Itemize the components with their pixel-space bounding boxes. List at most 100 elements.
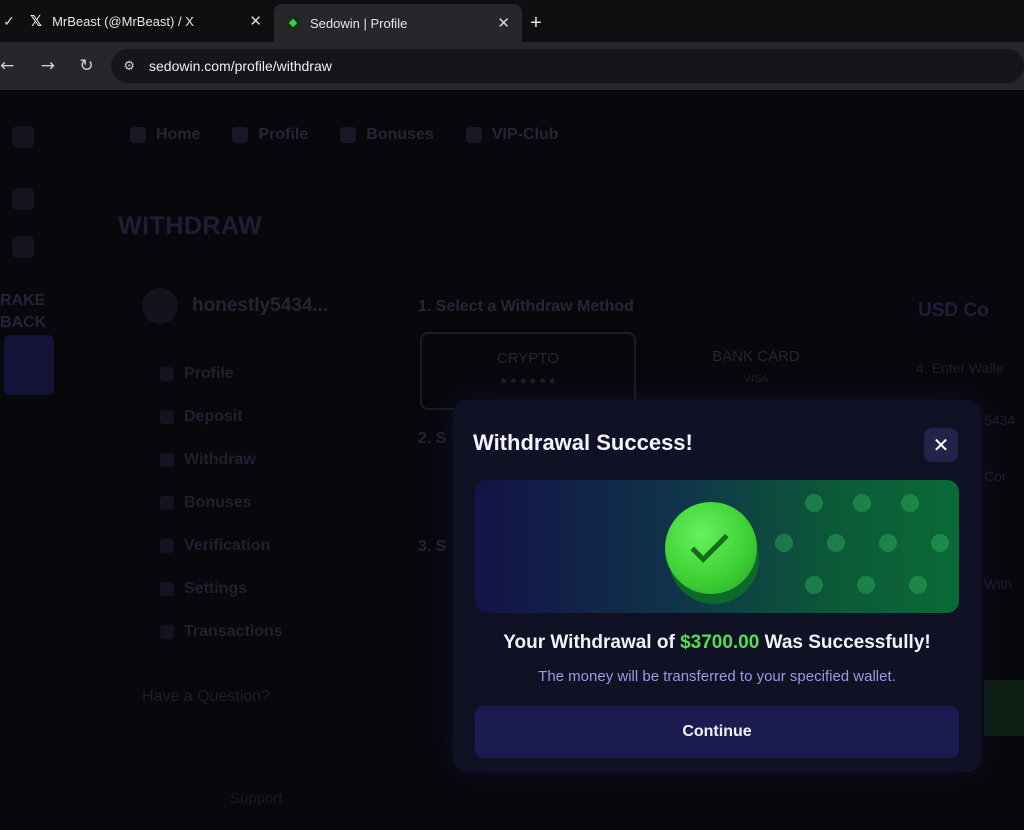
success-banner	[475, 480, 959, 613]
sedowin-favicon-icon	[286, 16, 300, 30]
crown-icon	[465, 127, 482, 143]
username: honestly5434...	[192, 295, 329, 316]
gift-icon	[340, 127, 357, 143]
tab-title: Sedowin | Profile	[310, 15, 408, 31]
user-profile: honestly5434...	[142, 288, 328, 324]
menu-label: Profile	[184, 364, 234, 382]
page-title: WITHDRAW	[118, 212, 263, 240]
modal-title: Withdrawal Success!	[473, 430, 693, 455]
address-bar: ← → ↻ ⚙ sedowin.com/profile/withdraw	[0, 42, 1024, 90]
method-label: CRYPTO	[497, 350, 559, 367]
avatar	[142, 288, 178, 324]
menu-item-deposit[interactable]: Deposit	[160, 395, 283, 438]
rakeback-card[interactable]	[4, 335, 54, 395]
x-logo-icon: 𝕏	[30, 12, 43, 30]
menu-label: Bonuses	[184, 493, 252, 511]
url-text[interactable]: sedowin.com/profile/withdraw	[149, 58, 332, 74]
new-tab-button[interactable]: +	[522, 4, 550, 42]
step-4-heading: 4. Enter Walle	[916, 360, 1004, 376]
user-icon	[160, 366, 174, 381]
reload-icon[interactable]: ↻	[68, 56, 106, 76]
close-tab-icon[interactable]: ✕	[497, 14, 510, 32]
logo-icon[interactable]	[12, 126, 34, 148]
support-link[interactable]: Support	[230, 790, 283, 807]
withdraw-button-fragment[interactable]	[984, 680, 1024, 736]
rail-sports-icon[interactable]	[12, 236, 34, 258]
menu-label: Verification	[184, 536, 271, 554]
tab-title: MrBeast (@MrBeast) / X	[52, 13, 194, 29]
deposit-icon	[160, 409, 174, 424]
step-2-heading: 2. S	[418, 430, 447, 447]
logo-pattern-icon	[857, 576, 875, 594]
url-field[interactable]: ⚙ sedowin.com/profile/withdraw	[111, 49, 1024, 83]
gear-icon	[160, 581, 174, 596]
home-icon	[130, 127, 146, 143]
nav-home[interactable]: Home	[130, 126, 200, 144]
nav-vip-club[interactable]: VIP-Club	[465, 126, 559, 144]
logo-pattern-icon	[805, 576, 823, 594]
nav-label: VIP-Club	[491, 126, 559, 143]
logo-pattern-icon	[879, 534, 897, 552]
step-3-heading: 3. S	[418, 538, 447, 555]
logo-pattern-icon	[901, 494, 919, 512]
browser-tab-bar: ✓ 𝕏 MrBeast (@MrBeast) / X ✕ Sedowin | P…	[0, 0, 1024, 42]
wallet-fragment: 5434	[984, 412, 1016, 428]
close-tab-icon[interactable]: ✕	[249, 12, 262, 30]
method-bank-card[interactable]: BANK CARD VISA	[646, 332, 866, 410]
list-icon	[160, 624, 174, 639]
menu-label: Settings	[184, 579, 248, 597]
forward-arrow-icon[interactable]: →	[28, 56, 68, 76]
text-fragment: Cor	[984, 468, 1007, 484]
menu-item-settings[interactable]: Settings	[160, 567, 283, 610]
back-arrow-icon[interactable]: ←	[0, 56, 14, 76]
logo-pattern-icon	[931, 534, 949, 552]
withdraw-fragment: With	[984, 576, 1012, 592]
have-question-text: Have a Question?	[142, 688, 271, 705]
message-prefix: Your Withdrawal of	[503, 632, 675, 653]
wallet-icon	[160, 452, 174, 467]
left-rail: RAKE BACK	[0, 90, 60, 830]
nav-label: Home	[156, 126, 201, 143]
menu-item-bonuses[interactable]: Bonuses	[160, 481, 283, 524]
menu-item-profile[interactable]: Profile	[160, 352, 283, 395]
menu-item-transactions[interactable]: Transactions	[160, 610, 283, 653]
withdrawal-amount: $3700.00	[680, 632, 760, 653]
close-icon[interactable]: ✕	[924, 428, 958, 462]
message-suffix: Was Successfully!	[764, 632, 931, 653]
tab-sedowin[interactable]: Sedowin | Profile ✕	[274, 4, 522, 42]
currency-label: USD Co	[918, 300, 989, 321]
menu-label: Transactions	[184, 622, 283, 640]
rail-casino-icon[interactable]	[12, 188, 34, 210]
logo-pattern-icon	[805, 494, 823, 512]
menu-label: Withdraw	[184, 450, 256, 468]
method-label: BANK CARD	[712, 348, 800, 365]
withdrawal-success-modal: Withdrawal Success! ✕ Your Withdrawal of…	[453, 400, 981, 772]
menu-label: Deposit	[184, 407, 243, 425]
success-message: Your Withdrawal of $3700.00 Was Successf…	[453, 632, 981, 654]
shield-icon	[160, 538, 174, 553]
menu-item-verification[interactable]: Verification	[160, 524, 283, 567]
continue-button[interactable]: Continue	[475, 706, 959, 758]
site-info-icon[interactable]: ⚙	[123, 59, 135, 74]
method-crypto[interactable]: CRYPTO ● ● ● ● ● ●	[420, 332, 636, 410]
nav-profile[interactable]: Profile	[232, 126, 308, 144]
logo-pattern-icon	[853, 494, 871, 512]
nav-label: Profile	[258, 126, 309, 143]
menu-item-withdraw[interactable]: Withdraw	[160, 438, 283, 481]
transfer-note: The money will be transferred to your sp…	[538, 668, 896, 685]
step-1-heading: 1. Select a Withdraw Method	[418, 298, 634, 315]
rakeback-label: RAKE BACK	[0, 292, 47, 331]
logo-pattern-icon	[827, 534, 845, 552]
crypto-coins-icon: ● ● ● ● ● ●	[500, 375, 556, 387]
nav-label: Bonuses	[366, 126, 434, 143]
user-icon	[232, 127, 249, 143]
tab-mrbeast[interactable]: 𝕏 MrBeast (@MrBeast) / X ✕	[18, 4, 274, 38]
method-sub: VISA	[743, 373, 769, 385]
logo-pattern-icon	[909, 576, 927, 594]
gift-icon	[160, 495, 174, 510]
nav-bonuses[interactable]: Bonuses	[340, 126, 434, 144]
success-check-icon	[665, 502, 757, 594]
top-nav: Home Profile Bonuses VIP-Club	[130, 126, 559, 144]
chevron-icon[interactable]: ✓	[0, 0, 18, 42]
profile-menu: Profile Deposit Withdraw Bonuses Verific…	[160, 352, 283, 653]
